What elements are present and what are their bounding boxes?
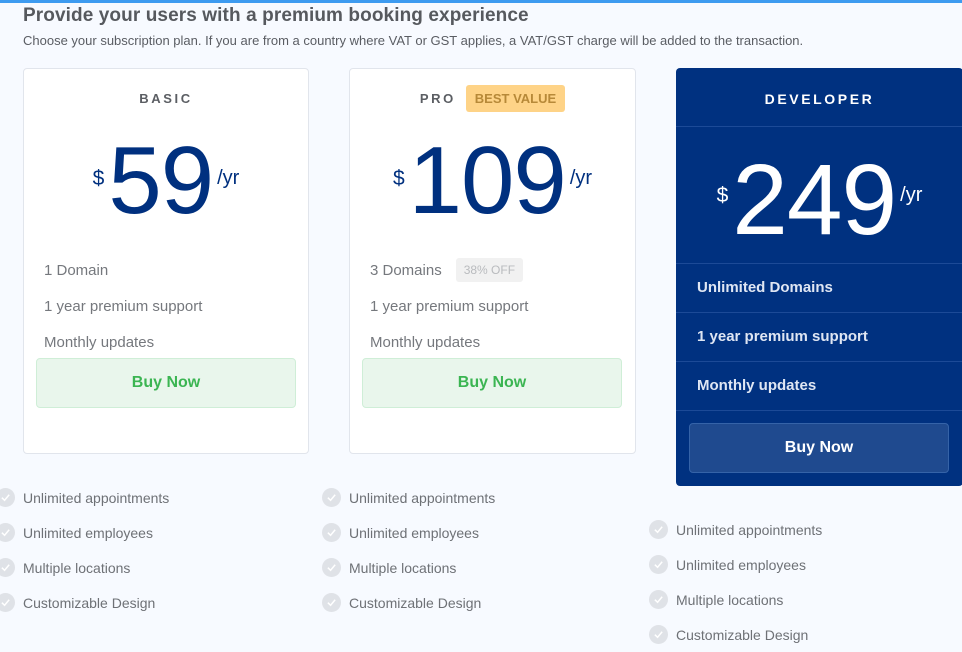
buy-now-button-basic[interactable]: Buy Now [36, 358, 296, 408]
feature-item: Monthly updates [697, 377, 817, 394]
feature-text: 3 Domains [370, 261, 442, 279]
best-value-badge: BEST VALUE [465, 85, 566, 112]
feature-item: 1 Domain [44, 261, 109, 279]
plan-card-pro: PRO BEST VALUE $ 109 /yr 3 Domains 38% O… [349, 68, 636, 454]
price-amount: 109 [408, 127, 567, 234]
perk-text: Unlimited appointments [349, 489, 496, 506]
perk-item: Unlimited appointments [322, 480, 495, 515]
plan-features: 1 Domain 1 year premium support Monthly … [44, 252, 202, 360]
plan-price: $ 109 /yr [350, 133, 635, 229]
perk-item: Unlimited appointments [0, 480, 169, 515]
perk-text: Unlimited appointments [23, 489, 170, 506]
buy-now-button-pro[interactable]: Buy Now [362, 358, 622, 408]
feature-item: Monthly updates [44, 333, 155, 351]
divider [676, 312, 962, 313]
perk-item: Multiple locations [0, 550, 169, 585]
feature-item: 1 year premium support [370, 297, 529, 315]
price-period: /yr [569, 167, 593, 189]
plan-name: BASIC [139, 91, 193, 106]
feature-item: 3 Domains 38% OFF [370, 252, 528, 288]
price-period: /yr [217, 167, 240, 189]
page-title: Provide your users with a premium bookin… [23, 5, 529, 26]
check-circle-icon [322, 593, 341, 612]
check-circle-icon [322, 488, 341, 507]
discount-badge: 38% OFF [455, 258, 524, 282]
plan-name: DEVELOPER [764, 91, 875, 107]
page-subtitle: Choose your subscription plan. If you ar… [23, 33, 804, 48]
perk-item: Unlimited employees [322, 515, 495, 550]
divider [676, 410, 962, 411]
check-circle-icon [649, 590, 668, 609]
perk-text: Customizable Design [349, 594, 482, 611]
divider [676, 263, 962, 264]
feature-item: 1 year premium support [44, 297, 203, 315]
perk-item: Multiple locations [649, 582, 822, 617]
perks-list-basic: Unlimited appointments Unlimited employe… [0, 480, 169, 620]
divider [676, 126, 962, 127]
perk-text: Customizable Design [676, 626, 809, 643]
check-circle-icon [322, 558, 341, 577]
perk-text: Multiple locations [676, 591, 784, 608]
perk-item: Unlimited employees [0, 515, 169, 550]
check-circle-icon [0, 558, 15, 577]
check-circle-icon [649, 520, 668, 539]
currency-symbol: $ [92, 167, 105, 190]
feature-item: 1 year premium support [697, 328, 868, 345]
plan-header: PRO BEST VALUE [350, 85, 635, 112]
price-amount: 59 [108, 127, 214, 234]
buy-now-button-developer[interactable]: Buy Now [689, 423, 949, 473]
plan-card-developer: DEVELOPER $ 249 /yr Unlimited Domains 1 … [676, 68, 962, 486]
plan-name: PRO [419, 91, 456, 106]
perks-list-developer: Unlimited appointments Unlimited employe… [649, 512, 822, 652]
perk-item: Unlimited employees [649, 547, 822, 582]
perk-text: Multiple locations [23, 559, 131, 576]
perk-text: Unlimited employees [676, 556, 806, 573]
currency-symbol: $ [716, 184, 729, 207]
perk-text: Customizable Design [23, 594, 156, 611]
price-amount: 249 [732, 144, 897, 256]
plan-price: $ 249 /yr [676, 150, 962, 250]
perks-list-pro: Unlimited appointments Unlimited employe… [322, 480, 495, 620]
check-circle-icon [649, 555, 668, 574]
perk-item: Multiple locations [322, 550, 495, 585]
check-circle-icon [0, 593, 15, 612]
perk-text: Multiple locations [349, 559, 457, 576]
check-circle-icon [322, 523, 341, 542]
perk-item: Customizable Design [649, 617, 822, 652]
check-circle-icon [0, 488, 15, 507]
plan-price: $ 59 /yr [24, 133, 308, 229]
perk-item: Unlimited appointments [649, 512, 822, 547]
divider [676, 361, 962, 362]
perk-item: Customizable Design [322, 585, 495, 620]
plan-card-basic: BASIC $ 59 /yr 1 Domain 1 year premium s… [23, 68, 309, 454]
feature-item: Monthly updates [370, 333, 481, 351]
top-accent-bar [0, 0, 962, 3]
currency-symbol: $ [392, 167, 405, 190]
perk-text: Unlimited employees [349, 524, 479, 541]
perk-item: Customizable Design [0, 585, 169, 620]
feature-item: Unlimited Domains [697, 279, 833, 296]
perk-text: Unlimited appointments [676, 521, 823, 538]
check-circle-icon [0, 523, 15, 542]
price-period: /yr [900, 184, 923, 206]
perk-text: Unlimited employees [23, 524, 153, 541]
plan-features: 3 Domains 38% OFF 1 year premium support… [370, 252, 528, 360]
check-circle-icon [649, 625, 668, 644]
